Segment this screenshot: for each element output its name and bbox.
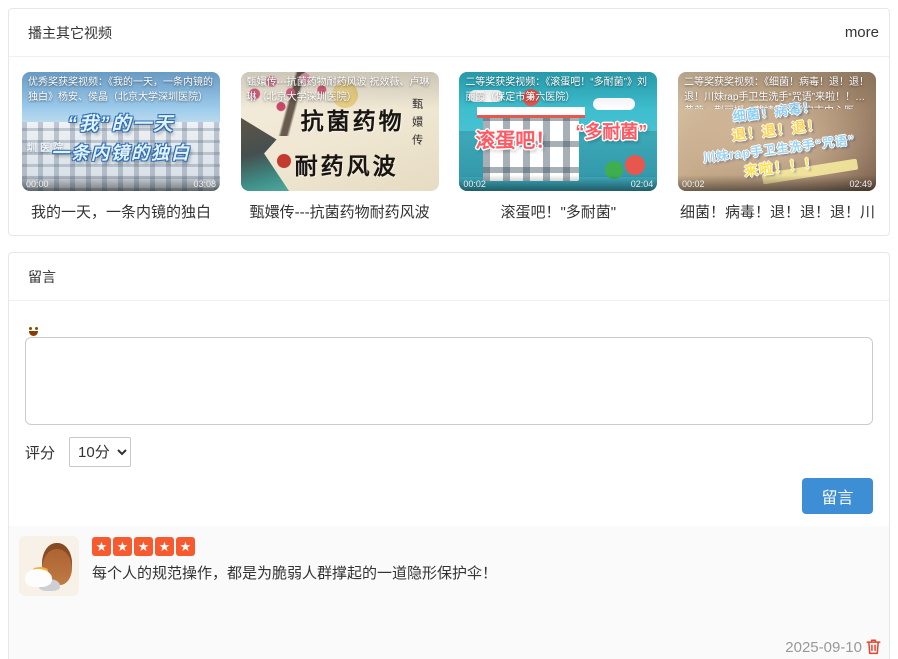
comment-date: 2025-09-10 <box>785 639 862 656</box>
other-videos-header: 播主其它视频 more <box>9 9 889 57</box>
section-title: 留言 <box>28 267 56 287</box>
delete-comment-button[interactable] <box>866 638 881 656</box>
time-duration: 03:08 <box>193 179 216 189</box>
thumbnail-title-overlay: 抗菌药物 耐药风波 <box>295 102 405 181</box>
video-time-bar: 00:02 02:04 <box>459 175 657 191</box>
rating-select[interactable]: 10分 <box>69 437 131 467</box>
video-time-bar: 00:00 03:08 <box>22 175 220 191</box>
thumbnail-caption: 优秀奖获奖视频：《我的一天，一条内镜的独白》杨安、侯晶（北京大学深圳医院） <box>22 72 220 109</box>
thumbnail-caption: 甄嬛传---抗菌药物耐药风波 祝效薇、卢琳琳（北京大学深圳医院） <box>241 72 439 109</box>
comment-form: 评分 10分 留言 <box>9 301 889 526</box>
time-current: 00:00 <box>26 179 49 189</box>
submit-comment-button[interactable]: 留言 <box>802 478 873 514</box>
comment-list: 每个人的规范操作，都是为脆弱人群撑起的一道隐形保护伞！ 2025-09-10 <box>9 526 889 659</box>
comments-panel: 留言 评分 10分 留言 <box>8 252 890 659</box>
videos-row: 优秀奖获奖视频：《我的一天，一条内镜的独白》杨安、侯晶（北京大学深圳医院） 圳医… <box>9 57 889 235</box>
star-icon <box>155 537 174 556</box>
time-current: 00:02 <box>463 179 486 189</box>
star-icon <box>92 537 111 556</box>
avatar <box>19 536 79 596</box>
other-videos-panel: 播主其它视频 more 优秀奖获奖视频：《我的一天，一条内镜的独白》杨安、侯晶（… <box>8 8 890 236</box>
submit-row: 留言 <box>25 478 873 520</box>
star-icon <box>176 537 195 556</box>
video-title[interactable]: 滚蛋吧！"多耐菌" <box>459 191 657 235</box>
star-icon <box>113 537 132 556</box>
video-title[interactable]: 细菌！病毒！退！退！退！川... <box>678 191 876 235</box>
section-title: 播主其它视频 <box>28 23 112 43</box>
star-icon <box>134 537 153 556</box>
comment-date-row: 2025-09-10 <box>785 638 881 656</box>
video-thumbnail[interactable]: 二等奖获奖视频：《细菌！病毒！退！退！退！川妹rap手卫生洗手“咒语”来啦！！》… <box>678 72 876 191</box>
comment-textarea[interactable] <box>25 337 873 425</box>
comment-main: 每个人的规范操作，都是为脆弱人群撑起的一道隐形保护伞！ <box>92 536 497 659</box>
trash-icon <box>866 638 881 655</box>
video-thumbnail[interactable]: 二等奖获奖视频：《滚蛋吧！“多耐菌”》刘丽霞（保定市第六医院） 滚蛋吧！ “多耐… <box>459 72 657 191</box>
star-rating <box>92 537 497 556</box>
time-current: 00:02 <box>682 179 705 189</box>
video-card[interactable]: 二等奖获奖视频：《细菌！病毒！退！退！退！川妹rap手卫生洗手“咒语”来啦！！》… <box>678 72 876 235</box>
video-card[interactable]: 优秀奖获奖视频：《我的一天，一条内镜的独白》杨安、侯晶（北京大学深圳医院） 圳医… <box>22 72 220 235</box>
comment-text: 每个人的规范操作，都是为脆弱人群撑起的一道隐形保护伞！ <box>92 563 497 584</box>
more-link[interactable]: more <box>845 24 879 41</box>
video-thumbnail[interactable]: 优秀奖获奖视频：《我的一天，一条内镜的独白》杨安、侯晶（北京大学深圳医院） 圳医… <box>22 72 220 191</box>
thumbnail-caption: 二等奖获奖视频：《细菌！病毒！退！退！退！川妹rap手卫生洗手“咒语”来啦！！》… <box>678 72 876 109</box>
rating-label: 评分 <box>25 442 55 463</box>
comment-item: 每个人的规范操作，都是为脆弱人群撑起的一道隐形保护伞！ 2025-09-10 <box>9 526 889 659</box>
video-time-bar: 00:02 02:49 <box>678 175 876 191</box>
comments-header: 留言 <box>9 253 889 301</box>
video-title[interactable]: 我的一天，一条内镜的独白 <box>22 191 220 235</box>
time-duration: 02:04 <box>631 179 654 189</box>
video-thumbnail[interactable]: 甄嬛传---抗菌药物耐药风波 祝效薇、卢琳琳（北京大学深圳医院） 甄嬛传 抗菌药… <box>241 72 439 191</box>
rating-row: 评分 10分 <box>25 437 873 467</box>
video-title[interactable]: 甄嬛传---抗菌药物耐药风波 <box>241 191 439 235</box>
time-duration: 02:49 <box>849 179 872 189</box>
video-card[interactable]: 二等奖获奖视频：《滚蛋吧！“多耐菌”》刘丽霞（保定市第六医院） 滚蛋吧！ “多耐… <box>459 72 657 235</box>
thumbnail-caption: 二等奖获奖视频：《滚蛋吧！“多耐菌”》刘丽霞（保定市第六医院） <box>459 72 657 109</box>
video-card[interactable]: 甄嬛传---抗菌药物耐药风波 祝效薇、卢琳琳（北京大学深圳医院） 甄嬛传 抗菌药… <box>241 72 439 235</box>
